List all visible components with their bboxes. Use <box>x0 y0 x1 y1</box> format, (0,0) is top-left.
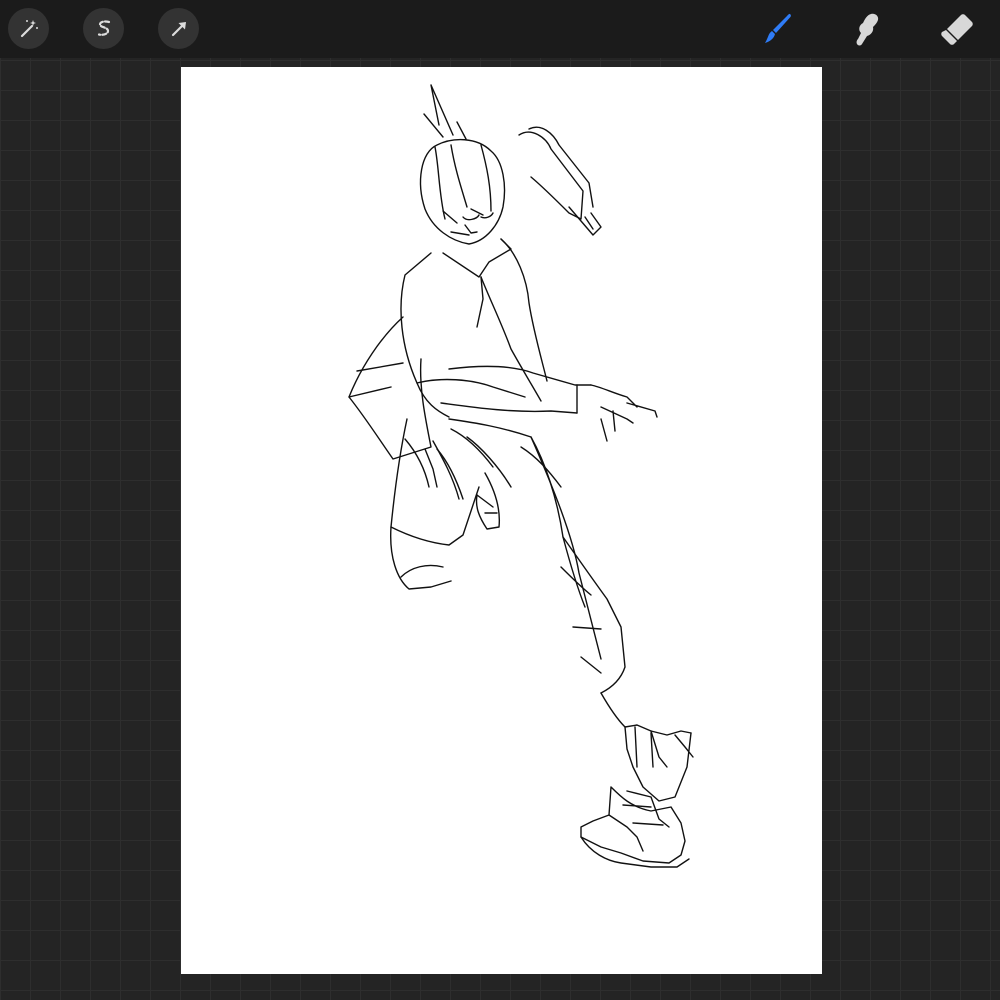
right-tool-group <box>756 8 978 50</box>
top-toolbar <box>0 0 1000 58</box>
magic-wand-icon <box>20 19 38 37</box>
drawing-canvas[interactable] <box>181 67 822 974</box>
transform-button[interactable] <box>158 8 199 49</box>
left-tool-group <box>8 8 199 49</box>
arrow-cursor-icon <box>171 21 186 36</box>
smudge-button[interactable] <box>846 8 888 50</box>
brush-icon <box>765 13 791 43</box>
brush-button[interactable] <box>756 8 798 50</box>
selection-button[interactable] <box>83 8 124 49</box>
eraser-icon <box>941 14 973 45</box>
line-art-sketch <box>348 84 694 868</box>
selection-s-icon <box>97 19 110 36</box>
eraser-button[interactable] <box>936 8 978 50</box>
smudge-finger-icon <box>856 13 879 46</box>
procreate-app <box>0 0 1000 1000</box>
adjustments-button[interactable] <box>8 8 49 49</box>
